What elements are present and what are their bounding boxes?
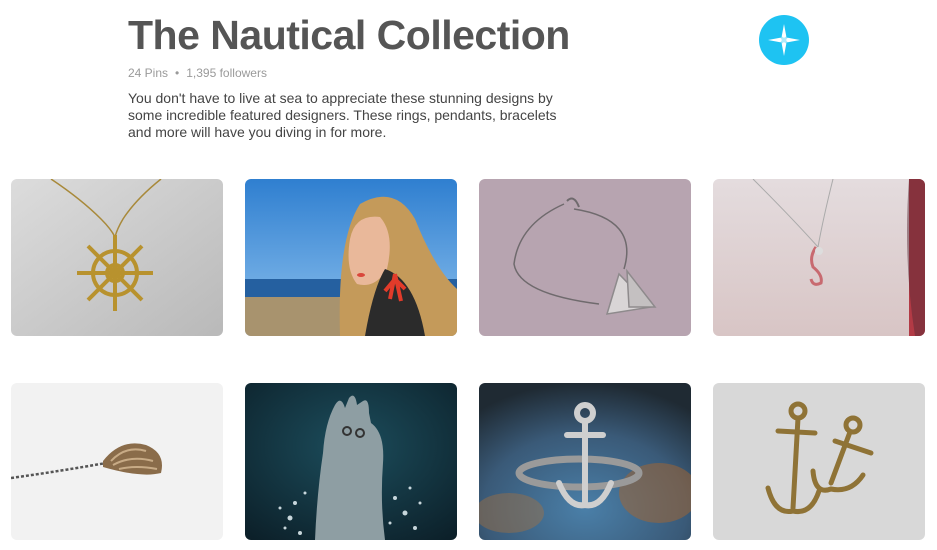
pin-hand-rings-water[interactable] [245,383,457,540]
pin-shell-pendant[interactable] [11,383,223,540]
anchor-charms-icon [713,383,925,540]
pin-ship-wheel-necklace[interactable] [11,179,223,336]
seahorse-pendant-icon [713,179,925,336]
board-title: The Nautical Collection [128,12,570,58]
pins-count[interactable]: 24 Pins [128,66,168,80]
stats-separator: • [175,66,180,80]
ship-wheel-pendant-icon [11,179,223,336]
pin-anchor-ring[interactable] [479,383,691,540]
followers-count[interactable]: 1,395 followers [186,66,267,80]
woman-coral-earring-icon [245,179,457,336]
board-stats: 24 Pins • 1,395 followers [128,66,608,80]
shell-pendant-icon [11,383,223,540]
star-icon [768,24,800,56]
star-compass-icon[interactable] [759,15,809,65]
sailboat-pendant-icon [479,179,691,336]
anchor-ring-icon [479,383,691,540]
hand-splash-rings-icon [245,383,457,540]
pin-seahorse-necklace[interactable] [713,179,925,336]
board-description: You don't have to live at sea to appreci… [128,90,557,140]
board-header: The Nautical Collection 24 Pins • 1,395 fo… [128,10,608,141]
pin-coral-earring-model[interactable] [245,179,457,336]
pin-anchor-charms[interactable] [713,383,925,540]
pin-sailboat-necklace[interactable] [479,179,691,336]
